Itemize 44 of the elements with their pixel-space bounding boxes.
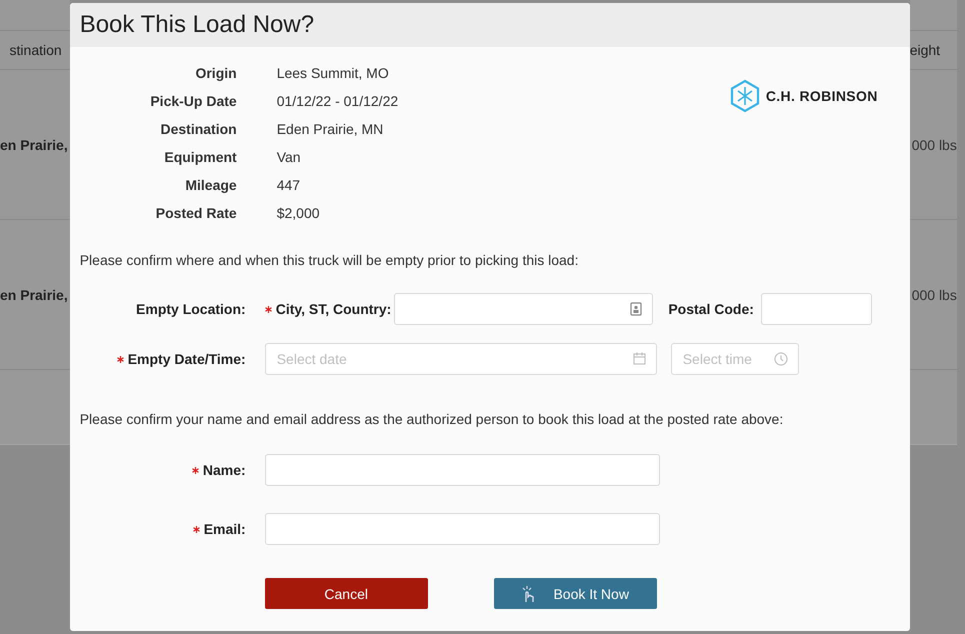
field-label: City, ST, Country:	[276, 300, 392, 319]
input-field[interactable]	[264, 454, 660, 486]
calendar-icon	[632, 352, 646, 365]
input-field[interactable]	[264, 513, 660, 545]
required-icon	[192, 526, 200, 532]
detail-label: Destination	[159, 120, 237, 139]
detail-value: Van	[276, 148, 302, 167]
detail-value: Eden Prairie, MN	[276, 120, 384, 139]
table-cell-text: en Prairie,	[0, 136, 68, 154]
input-field[interactable]: Select time	[670, 343, 799, 375]
detail-label: Posted Rate	[154, 204, 237, 223]
detail-label: Equipment	[163, 148, 237, 167]
field-label: Email:	[204, 520, 246, 539]
table-cell-text: 000 lbs	[912, 286, 957, 304]
field-label: Empty Location:	[136, 300, 246, 319]
required-icon	[116, 356, 124, 362]
company-logo: C.H. ROBINSON	[730, 81, 878, 111]
clock-icon	[774, 352, 788, 366]
contact-card-icon	[630, 302, 642, 316]
instruction-text: Please confirm where and when this truck will be empty prior to picking this load:	[78, 251, 580, 270]
dialog-title: Book This Load Now?	[80, 10, 314, 40]
book-button[interactable]: Book It Now	[494, 578, 657, 609]
required-icon	[264, 306, 272, 312]
detail-label: Pick-Up Date	[149, 92, 237, 111]
hand-icon	[521, 584, 536, 602]
input-field[interactable]	[394, 293, 654, 325]
detail-label: Mileage	[184, 176, 237, 195]
detail-value: Lees Summit, MO	[276, 64, 390, 83]
field-label: Postal Code:	[668, 300, 754, 319]
cancel-button[interactable]: Cancel	[264, 578, 428, 609]
detail-value: $2,000	[276, 204, 321, 223]
input-field[interactable]: Select date	[264, 343, 657, 375]
field-label: Name:	[202, 461, 246, 480]
column-header: stination	[10, 41, 62, 60]
required-icon	[192, 466, 199, 474]
instruction-text: Please confirm your name and email address as the authorized person to book this load at the posted rate above:	[78, 410, 784, 429]
table-cell-text: 000 lbs	[912, 136, 957, 154]
detail-label: Origin	[194, 64, 237, 83]
column-header: eight	[910, 41, 940, 60]
input-field[interactable]	[760, 293, 872, 325]
field-label: Empty Date/Time:	[128, 350, 246, 369]
table-cell-text: en Prairie,	[0, 286, 68, 304]
detail-value: 01/12/22 - 01/12/22	[276, 92, 398, 111]
detail-value: 447	[276, 176, 302, 195]
